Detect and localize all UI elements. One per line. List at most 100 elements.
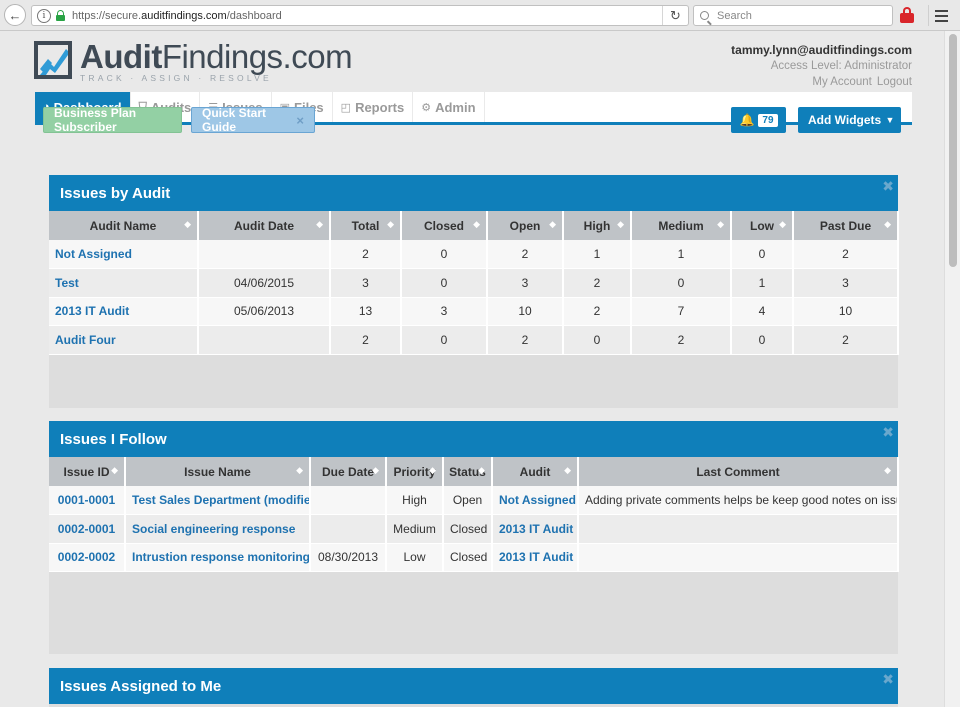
access-level: Access Level: Administrator xyxy=(731,58,912,74)
table-cell: High xyxy=(386,486,443,515)
table-link[interactable]: Test xyxy=(49,269,198,298)
table-cell: 2 xyxy=(330,326,401,355)
site-logo[interactable]: AuditFindings.com TRACK · ASSIGN · RESOL… xyxy=(34,41,352,83)
search-input[interactable]: Search xyxy=(693,5,893,26)
close-widget-icon[interactable]: ✖ xyxy=(882,671,894,688)
address-bar[interactable]: i https://secure.auditfindings.com/dashb… xyxy=(31,5,689,26)
column-header[interactable]: Audit◆ xyxy=(492,457,578,486)
column-header[interactable]: Due Date◆ xyxy=(310,457,386,486)
notifications-button[interactable]: 🔔79 xyxy=(731,107,786,133)
column-header[interactable]: Issue Name◆ xyxy=(125,457,310,486)
sort-icon[interactable]: ◆ xyxy=(564,465,571,476)
hamburger-menu-icon[interactable] xyxy=(928,5,954,26)
table-cell: 1 xyxy=(563,240,631,269)
column-header[interactable]: Past Due◆ xyxy=(793,211,898,240)
table-link[interactable]: 0002-0002 xyxy=(49,543,125,572)
column-header[interactable]: Total◆ xyxy=(330,211,401,240)
table-row: 0001-0001Test Sales Department (modified… xyxy=(49,486,898,515)
sort-icon[interactable]: ◆ xyxy=(549,219,556,230)
notification-count-badge: 79 xyxy=(758,114,777,127)
column-header[interactable]: Closed◆ xyxy=(401,211,487,240)
info-icon[interactable]: i xyxy=(37,9,51,23)
column-header[interactable]: Low◆ xyxy=(731,211,793,240)
table-cell xyxy=(310,486,386,515)
table-link[interactable]: 2013 IT Audit xyxy=(49,297,198,326)
table-link[interactable]: Test Sales Department (modified) xyxy=(125,486,310,515)
sort-icon[interactable]: ◆ xyxy=(478,465,485,476)
table-cell: 3 xyxy=(401,297,487,326)
table-cell: 2 xyxy=(793,240,898,269)
table-link[interactable]: 2013 IT Audit xyxy=(492,515,578,544)
table-link[interactable]: 0001-0001 xyxy=(49,486,125,515)
table-cell: 0 xyxy=(401,240,487,269)
widget-title: Issues Assigned to Me xyxy=(60,678,221,695)
column-header[interactable]: Issue ID◆ xyxy=(49,457,125,486)
sort-icon[interactable]: ◆ xyxy=(473,219,480,230)
close-icon[interactable]: × xyxy=(296,113,304,128)
table-link[interactable]: Audit Four xyxy=(49,326,198,355)
table-cell: 04/06/2015 xyxy=(198,269,330,298)
table-link[interactable]: Not Assigned xyxy=(49,240,198,269)
table-cell: Medium xyxy=(386,515,443,544)
column-header[interactable]: Status◆ xyxy=(443,457,492,486)
addon-lock-icon[interactable] xyxy=(900,7,914,23)
add-widgets-button[interactable]: Add Widgets▼ xyxy=(798,107,901,133)
url-text[interactable]: https://secure.auditfindings.com/dashboa… xyxy=(72,10,282,22)
my-account-link[interactable]: My Account xyxy=(812,76,871,88)
account-info: tammy.lynn@auditfindings.com Access Leve… xyxy=(731,42,912,90)
issues-by-audit-table: Audit Name◆Audit Date◆Total◆Closed◆Open◆… xyxy=(49,211,899,355)
column-header[interactable]: Audit Name◆ xyxy=(49,211,198,240)
lock-icon xyxy=(56,10,65,21)
table-cell: 2 xyxy=(563,297,631,326)
table-link[interactable]: Social engineering response xyxy=(125,515,310,544)
sort-icon[interactable]: ◆ xyxy=(884,219,891,230)
sort-icon[interactable]: ◆ xyxy=(296,465,303,476)
page-scrollbar[interactable] xyxy=(944,31,960,707)
table-link[interactable]: Intrustion response monitoring xyxy=(125,543,310,572)
logout-link[interactable]: Logout xyxy=(877,76,912,88)
table-cell xyxy=(198,326,330,355)
table-cell: 2 xyxy=(487,240,563,269)
business-plan-subscriber-button[interactable]: Business Plan Subscriber xyxy=(43,107,182,133)
tab-admin[interactable]: ⚙Admin xyxy=(413,92,484,122)
table-row: Test04/06/20153032013 xyxy=(49,269,898,298)
column-header[interactable]: Open◆ xyxy=(487,211,563,240)
column-header[interactable]: Audit Date◆ xyxy=(198,211,330,240)
scrollbar-thumb[interactable] xyxy=(949,34,957,267)
close-widget-icon[interactable]: ✖ xyxy=(882,424,894,441)
sort-icon[interactable]: ◆ xyxy=(429,465,436,476)
sort-icon[interactable]: ◆ xyxy=(779,219,786,230)
table-cell: 2 xyxy=(487,326,563,355)
column-header[interactable]: Medium◆ xyxy=(631,211,731,240)
caret-down-icon[interactable]: ▼ xyxy=(879,107,901,133)
table-link[interactable]: Not Assigned xyxy=(492,486,578,515)
sort-icon[interactable]: ◆ xyxy=(717,219,724,230)
table-cell: 08/30/2013 xyxy=(310,543,386,572)
widget-title: Issues I Follow xyxy=(60,431,167,448)
table-cell: 4 xyxy=(731,297,793,326)
table-cell: Adding private comments helps be keep go… xyxy=(578,486,898,515)
table-cell: 0 xyxy=(631,269,731,298)
close-widget-icon[interactable]: ✖ xyxy=(882,178,894,195)
sort-icon[interactable]: ◆ xyxy=(884,465,891,476)
column-header[interactable]: Priority◆ xyxy=(386,457,443,486)
table-cell xyxy=(310,515,386,544)
table-cell: 2 xyxy=(631,326,731,355)
quick-start-guide-button[interactable]: Quick Start Guide× xyxy=(191,107,315,133)
tab-reports[interactable]: ◰Reports xyxy=(333,92,414,122)
sort-icon[interactable]: ◆ xyxy=(111,465,118,476)
table-cell: 3 xyxy=(793,269,898,298)
table-link[interactable]: 2013 IT Audit xyxy=(492,543,578,572)
sort-icon[interactable]: ◆ xyxy=(617,219,624,230)
reload-icon[interactable]: ↻ xyxy=(662,6,688,25)
sort-icon[interactable]: ◆ xyxy=(184,219,191,230)
table-link[interactable]: 0002-0001 xyxy=(49,515,125,544)
sort-icon[interactable]: ◆ xyxy=(387,219,394,230)
column-header[interactable]: High◆ xyxy=(563,211,631,240)
sort-icon[interactable]: ◆ xyxy=(316,219,323,230)
table-cell: 10 xyxy=(487,297,563,326)
back-arrow-icon[interactable]: ← xyxy=(4,4,26,26)
widget-title: Issues by Audit xyxy=(60,185,170,202)
sort-icon[interactable]: ◆ xyxy=(372,465,379,476)
column-header[interactable]: Last Comment◆ xyxy=(578,457,898,486)
